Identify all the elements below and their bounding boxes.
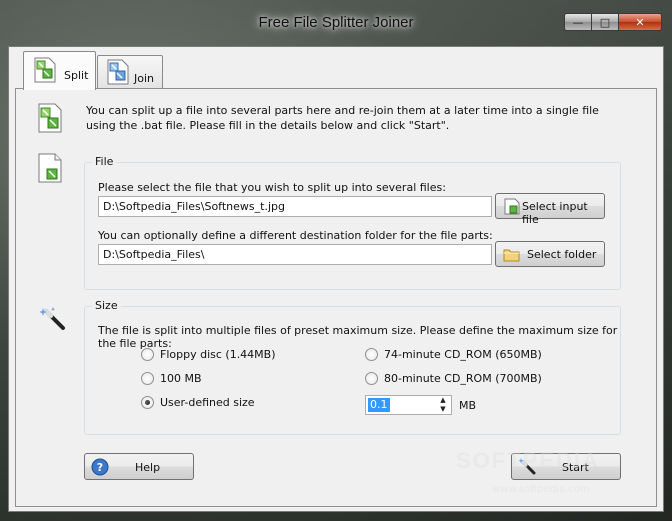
tab-split[interactable]: Split — [23, 51, 96, 90]
input-file-field[interactable]: D:\Softpedia_Files\Softnews_t.jpg — [98, 196, 492, 217]
folder-icon — [503, 249, 520, 262]
radio-dot — [365, 348, 378, 361]
magic-wand-icon — [40, 307, 65, 330]
select-folder-button[interactable]: Select folder — [495, 241, 605, 267]
maximize-button[interactable]: □ — [591, 13, 619, 31]
radio-74-minute-cd-label: 74-minute CD_ROM (650MB) — [384, 348, 542, 361]
radio-dot-selected — [141, 396, 154, 409]
radio-user-defined-size-label: User-defined size — [160, 396, 255, 409]
spin-arrows-icon[interactable]: ▲ ▼ — [436, 396, 450, 414]
radio-floppy-disc[interactable]: Floppy disc (1.44MB) — [141, 348, 276, 361]
radio-80-minute-cd-label: 80-minute CD_ROM (700MB) — [384, 372, 542, 385]
radio-dot — [141, 348, 154, 361]
split-document-icon — [38, 103, 62, 133]
radio-80-minute-cd[interactable]: 80-minute CD_ROM (700MB) — [365, 372, 542, 385]
tab-split-label: Split — [64, 69, 89, 82]
radio-100-mb-label: 100 MB — [160, 372, 202, 385]
radio-floppy-disc-label: Floppy disc (1.44MB) — [160, 348, 276, 361]
select-input-file-label: Select input file — [522, 200, 588, 226]
file-icon — [38, 153, 62, 183]
tab-join[interactable]: Join — [97, 55, 163, 89]
client-area: Split Join You can split up a file into … — [8, 46, 664, 512]
softpedia-watermark-url: www.softpedia.com — [492, 484, 590, 495]
help-button[interactable]: ? Help — [84, 453, 194, 480]
radio-dot — [365, 372, 378, 385]
size-description: The file is split into multiple files of… — [98, 324, 618, 350]
radio-100-mb[interactable]: 100 MB — [141, 372, 202, 385]
size-group: Size The file is split into multiple fil… — [84, 299, 621, 435]
file-group: File Please select the file that you wis… — [84, 155, 621, 290]
minimize-button[interactable]: — — [564, 13, 592, 31]
split-panel: You can split up a file into several par… — [15, 88, 657, 507]
size-group-legend: Size — [92, 299, 121, 312]
user-size-value[interactable]: 0.1 — [368, 398, 390, 412]
close-button[interactable]: ✕ — [618, 13, 662, 31]
file-group-legend: File — [92, 155, 117, 168]
size-unit-label: MB — [459, 399, 477, 412]
radio-74-minute-cd[interactable]: 74-minute CD_ROM (650MB) — [365, 348, 542, 361]
destination-folder-field[interactable]: D:\Softpedia_Files\ — [98, 244, 492, 265]
select-input-file-button[interactable]: Select input file — [495, 193, 605, 226]
help-icon: ? — [91, 458, 109, 476]
input-file-prompt: Please select the file that you wish to … — [98, 181, 446, 194]
destination-folder-prompt: You can optionally define a different de… — [98, 229, 493, 242]
help-button-label: Help — [135, 461, 161, 474]
join-icon — [107, 59, 129, 85]
split-icon — [34, 57, 56, 83]
intro-text: You can split up a file into several par… — [86, 104, 599, 132]
application-window: Free File Splitter Joiner — □ ✕ Split Jo… — [0, 0, 672, 521]
caption-buttons: — □ ✕ — [564, 13, 662, 31]
title-bar[interactable]: Free File Splitter Joiner — □ ✕ — [0, 0, 672, 46]
tab-join-label: Join — [134, 72, 155, 85]
select-file-icon — [504, 198, 520, 215]
softpedia-watermark: SOFTPEDIA — [456, 448, 600, 473]
radio-user-defined-size[interactable]: User-defined size — [141, 396, 255, 409]
user-size-spinbox[interactable]: 0.1 ▲ ▼ — [365, 395, 452, 415]
radio-dot — [141, 372, 154, 385]
svg-text:?: ? — [97, 461, 103, 474]
select-folder-label: Select folder — [527, 248, 597, 261]
